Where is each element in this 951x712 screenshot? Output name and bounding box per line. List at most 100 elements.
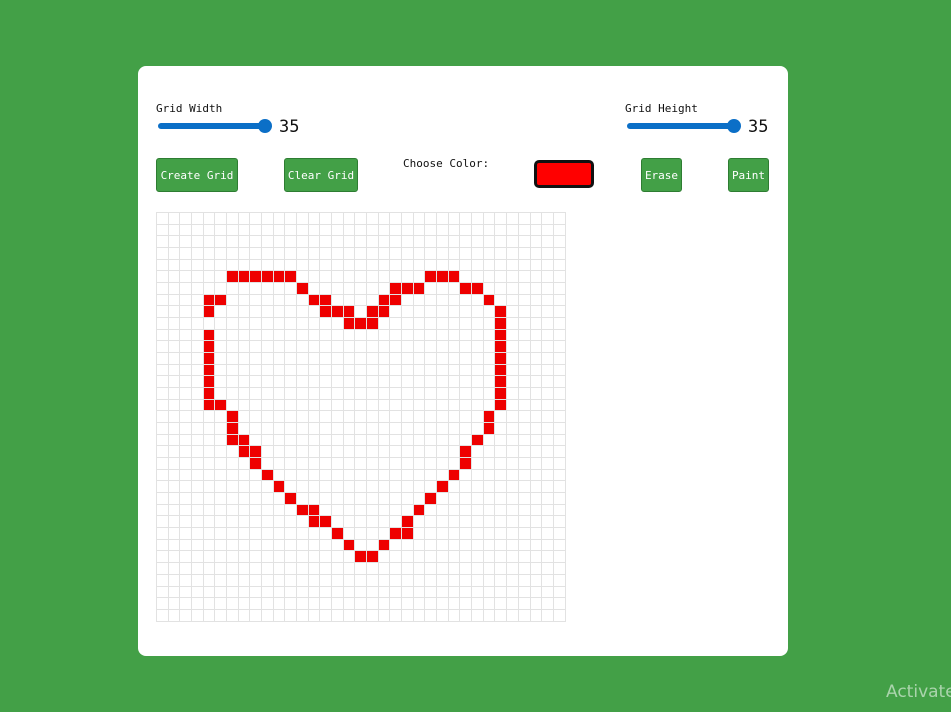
grid-cell[interactable] — [331, 305, 343, 318]
grid-cell[interactable] — [401, 340, 413, 353]
grid-cell[interactable] — [377, 433, 390, 446]
grid-cell[interactable] — [377, 212, 390, 224]
grid-cell[interactable] — [307, 212, 320, 224]
grid-cell[interactable] — [482, 282, 495, 294]
grid-cell[interactable] — [447, 422, 460, 434]
grid-cell[interactable] — [249, 445, 262, 458]
grid-cell[interactable] — [191, 317, 203, 329]
grid-cell[interactable] — [541, 538, 553, 551]
grid-cell[interactable] — [202, 352, 215, 364]
grid-cell[interactable] — [237, 503, 250, 516]
grid-cell[interactable] — [494, 212, 507, 224]
grid-cell[interactable] — [319, 317, 332, 329]
grid-cell[interactable] — [377, 515, 390, 528]
grid-cell[interactable] — [191, 398, 203, 411]
grid-cell[interactable] — [237, 363, 250, 376]
grid-cell[interactable] — [447, 317, 460, 329]
grid-cell[interactable] — [191, 597, 203, 609]
grid-cell[interactable] — [552, 375, 565, 388]
grid-cell[interactable] — [214, 270, 227, 283]
grid-cell[interactable] — [389, 562, 402, 574]
grid-cell[interactable] — [529, 550, 542, 563]
grid-cell[interactable] — [529, 410, 542, 423]
grid-cell[interactable] — [284, 223, 297, 236]
grid-cell[interactable] — [226, 585, 238, 598]
grid-cell[interactable] — [424, 398, 437, 411]
grid-cell[interactable] — [494, 538, 507, 551]
grid-cell[interactable] — [261, 433, 273, 446]
grid-cell[interactable] — [436, 317, 448, 329]
grid-cell[interactable] — [261, 363, 273, 376]
grid-cell[interactable] — [541, 235, 553, 248]
grid-cell[interactable] — [237, 573, 250, 586]
grid-cell[interactable] — [191, 550, 203, 563]
grid-cell[interactable] — [284, 317, 297, 329]
grid-cell[interactable] — [272, 305, 285, 318]
grid-cell[interactable] — [191, 573, 203, 586]
grid-height-slider-thumb[interactable] — [727, 119, 741, 133]
grid-cell[interactable] — [506, 538, 518, 551]
grid-cell[interactable] — [471, 608, 483, 621]
grid-cell[interactable] — [436, 270, 448, 283]
grid-cell[interactable] — [272, 317, 285, 329]
grid-cell[interactable] — [354, 293, 367, 306]
grid-cell[interactable] — [319, 258, 332, 271]
grid-cell[interactable] — [541, 468, 553, 481]
grid-cell[interactable] — [529, 352, 542, 364]
grid-cell[interactable] — [249, 585, 262, 598]
clear-grid-button[interactable]: Clear Grid — [284, 158, 358, 192]
grid-cell[interactable] — [249, 480, 262, 493]
grid-cell[interactable] — [296, 328, 308, 341]
grid-cell[interactable] — [249, 515, 262, 528]
grid-cell[interactable] — [307, 503, 320, 516]
grid-cell[interactable] — [412, 562, 425, 574]
grid-cell[interactable] — [529, 212, 542, 224]
grid-cell[interactable] — [424, 468, 437, 481]
grid-cell[interactable] — [529, 258, 542, 271]
grid-cell[interactable] — [401, 422, 413, 434]
grid-cell[interactable] — [389, 340, 402, 353]
grid-cell[interactable] — [167, 352, 180, 364]
grid-cell[interactable] — [167, 375, 180, 388]
grid-cell[interactable] — [284, 550, 297, 563]
grid-cell[interactable] — [191, 538, 203, 551]
grid-cell[interactable] — [541, 445, 553, 458]
grid-cell[interactable] — [156, 352, 168, 364]
grid-cell[interactable] — [366, 608, 378, 621]
grid-cell[interactable] — [377, 585, 390, 598]
grid-cell[interactable] — [202, 585, 215, 598]
grid-cell[interactable] — [331, 270, 343, 283]
grid-cell[interactable] — [552, 492, 565, 504]
grid-cell[interactable] — [354, 305, 367, 318]
grid-cell[interactable] — [156, 457, 168, 469]
grid-cell[interactable] — [272, 223, 285, 236]
grid-cell[interactable] — [214, 422, 227, 434]
grid-cell[interactable] — [156, 258, 168, 271]
grid-cell[interactable] — [319, 608, 332, 621]
grid-cell[interactable] — [226, 538, 238, 551]
grid-cell[interactable] — [552, 503, 565, 516]
grid-cell[interactable] — [517, 468, 530, 481]
grid-cell[interactable] — [459, 492, 472, 504]
grid-cell[interactable] — [296, 608, 308, 621]
grid-cell[interactable] — [424, 608, 437, 621]
grid-cell[interactable] — [307, 468, 320, 481]
grid-cell[interactable] — [389, 223, 402, 236]
grid-cell[interactable] — [366, 328, 378, 341]
grid-cell[interactable] — [506, 573, 518, 586]
grid-cell[interactable] — [261, 398, 273, 411]
grid-cell[interactable] — [202, 562, 215, 574]
grid-cell[interactable] — [459, 375, 472, 388]
grid-cell[interactable] — [366, 573, 378, 586]
grid-cell[interactable] — [424, 247, 437, 259]
grid-cell[interactable] — [377, 608, 390, 621]
grid-cell[interactable] — [494, 363, 507, 376]
grid-cell[interactable] — [331, 550, 343, 563]
grid-cell[interactable] — [249, 573, 262, 586]
grid-cell[interactable] — [214, 492, 227, 504]
grid-cell[interactable] — [319, 527, 332, 539]
grid-cell[interactable] — [156, 445, 168, 458]
grid-cell[interactable] — [272, 247, 285, 259]
grid-cell[interactable] — [471, 328, 483, 341]
grid-cell[interactable] — [552, 352, 565, 364]
